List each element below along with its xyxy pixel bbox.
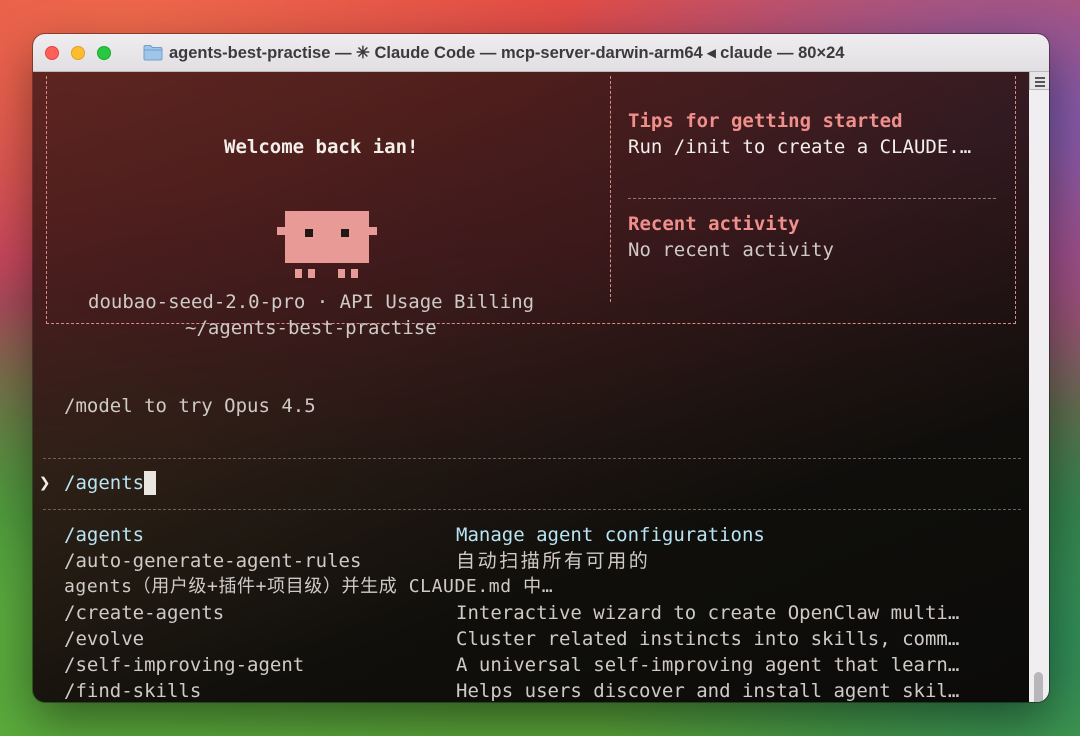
suggestion-command: /auto-generate-agent-rules	[64, 550, 362, 572]
scrollbar-thumb[interactable]	[1034, 672, 1043, 702]
prompt-input[interactable]: /agents	[64, 471, 157, 495]
zoom-button[interactable]	[97, 46, 111, 60]
close-button[interactable]	[45, 46, 59, 60]
prompt-symbol: ❯	[39, 472, 51, 494]
model-hint: /model to try Opus 4.5	[64, 395, 316, 417]
claude-mascot-icon	[277, 211, 377, 278]
suggestion-command: agents（用户级+插件+项目级）并生成 CLAUDE.md 中…	[64, 576, 554, 597]
tips-text: Run /init to create a CLAUDE.…	[628, 136, 972, 158]
prompt-input-text: /agents	[64, 472, 145, 494]
model-billing-line: doubao-seed-2.0-pro · API Usage Billing	[88, 291, 535, 313]
activity-heading: Recent activity	[628, 213, 800, 235]
suggestion-description: Helps users discover and install agent s…	[456, 680, 960, 702]
welcome-greeting: Welcome back ian!	[224, 136, 419, 158]
suggestion-command: /create-agents	[64, 602, 225, 624]
scroll-menu-button[interactable]	[1029, 72, 1049, 90]
title-bar[interactable]: agents-best-practise — ✳ Claude Code — m…	[33, 34, 1049, 72]
suggestion-command: /evolve	[64, 628, 145, 650]
text-cursor	[144, 471, 157, 495]
tips-heading: Tips for getting started	[628, 110, 903, 132]
panel-divider	[628, 198, 996, 199]
suggestion-command: /self-improving-agent	[64, 654, 305, 676]
minimize-button[interactable]	[71, 46, 85, 60]
suggestion-description: A universal self-improving agent that le…	[456, 654, 960, 676]
suggestion-description: Manage agent configurations	[456, 524, 765, 546]
suggestion-description: 自动扫描所有可用的	[456, 550, 651, 572]
activity-text: No recent activity	[628, 239, 834, 261]
box-right-border	[1015, 76, 1016, 324]
box-middle-border	[610, 76, 611, 302]
prompt-top-separator	[43, 458, 1021, 459]
suggestion-command: /agents	[64, 524, 145, 546]
window-title: agents-best-practise — ✳ Claude Code — m…	[169, 44, 845, 62]
suggestion-description: Cluster related instincts into skills, c…	[456, 628, 960, 650]
working-directory: ~/agents-best-practise	[185, 317, 437, 339]
suggestion-command: /find-skills	[64, 680, 202, 702]
folder-icon	[143, 45, 163, 61]
box-left-border	[46, 76, 47, 324]
terminal-content[interactable]: Welcome back ian! doubao-seed-2.0-pro · …	[33, 72, 1049, 702]
prompt-bottom-separator	[43, 509, 1021, 510]
suggestion-description: Interactive wizard to create OpenClaw mu…	[456, 602, 960, 624]
terminal-window: agents-best-practise — ✳ Claude Code — m…	[33, 34, 1049, 702]
scrollbar-track[interactable]	[1029, 90, 1049, 702]
